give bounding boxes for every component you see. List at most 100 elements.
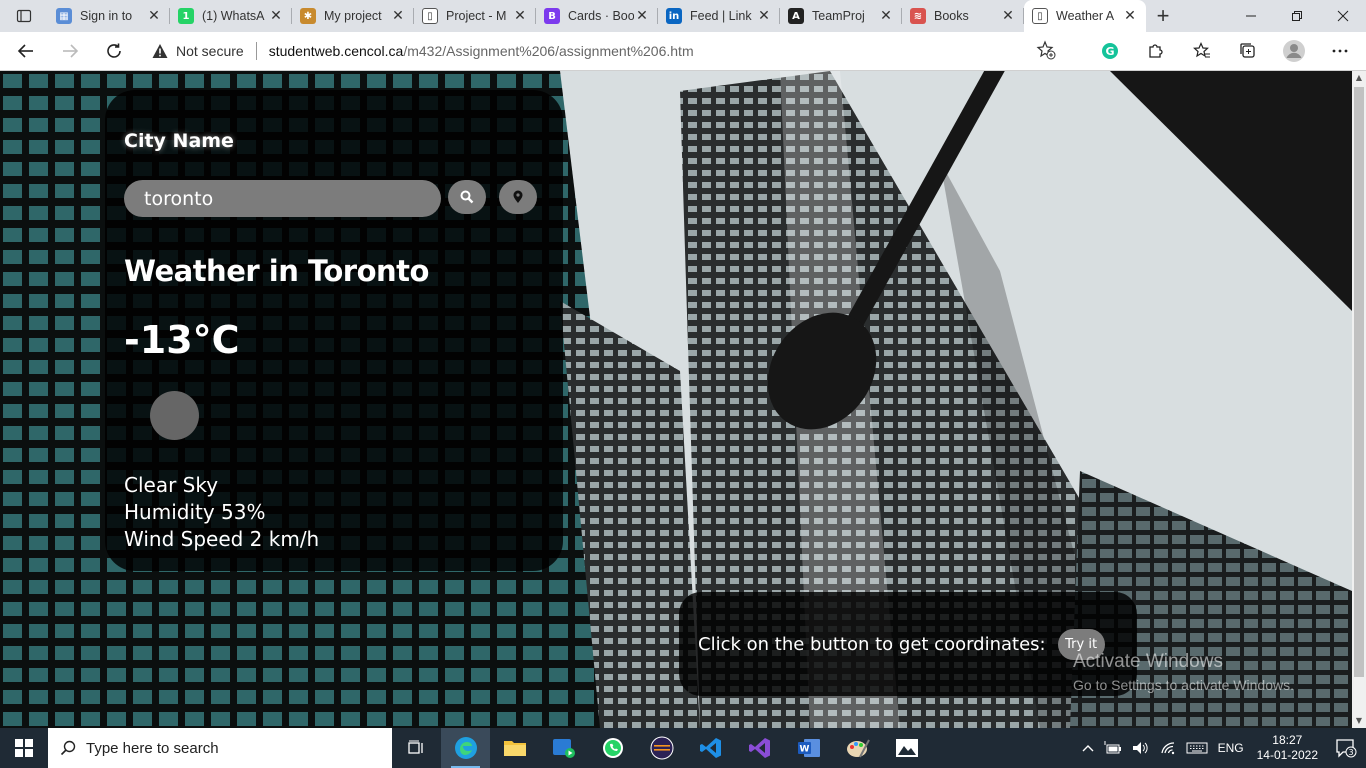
media-player-icon (552, 739, 575, 758)
scroll-up-arrow-icon[interactable]: ▲ (1352, 71, 1366, 85)
chevron-up-icon (1082, 745, 1094, 752)
not-secure-label: Not secure (176, 43, 244, 59)
taskbar-eclipse[interactable] (637, 728, 686, 768)
browser-tab[interactable]: A TeamProj ✕ (780, 0, 902, 32)
browser-tab[interactable]: ▯ Weather A ✕ (1024, 0, 1146, 32)
search-button[interactable] (448, 180, 486, 214)
browser-tab[interactable]: ≋ Books ✕ (902, 0, 1024, 32)
wifi-icon (1160, 742, 1174, 755)
map-pin-icon (513, 190, 523, 203)
taskbar-word[interactable]: W (784, 728, 833, 768)
network-status[interactable] (1160, 741, 1176, 755)
power-status[interactable] (1104, 741, 1122, 755)
humidity: Humidity 53% (124, 500, 266, 524)
taskbar-search-placeholder: Type here to search (86, 739, 219, 757)
collections-icon (1240, 43, 1255, 58)
web-page: City Name Weather in Toronto -13°C Clear… (0, 71, 1352, 728)
close-window-button[interactable] (1320, 0, 1366, 32)
input-language[interactable]: ENG (1218, 741, 1244, 755)
eclipse-icon (650, 736, 673, 760)
grammarly-extension-button[interactable]: G (1092, 35, 1128, 67)
clock-time: 18:27 (1272, 733, 1303, 747)
city-name-label: City Name (124, 130, 234, 152)
location-button[interactable] (499, 180, 537, 214)
restore-button[interactable] (1274, 0, 1320, 32)
new-tab-button[interactable]: + (1146, 0, 1180, 32)
taskbar-visual-studio[interactable] (735, 728, 784, 768)
browser-tab[interactable]: ✱ My project ✕ (292, 0, 414, 32)
toolbar-actions: G (1082, 35, 1358, 67)
taskbar-whatsapp[interactable] (588, 728, 637, 768)
forward-button[interactable] (52, 35, 88, 67)
notification-count: 3 (1348, 748, 1353, 757)
taskbar-vscode[interactable] (686, 728, 735, 768)
tab-close-icon[interactable]: ✕ (390, 8, 406, 24)
start-button[interactable] (0, 728, 48, 768)
taskbar-paint[interactable] (833, 728, 882, 768)
tab-favicon-icon: ▯ (422, 8, 438, 24)
clock[interactable]: 18:27 14-01-2022 (1257, 733, 1318, 763)
taskbar-search-box[interactable]: Type here to search (48, 728, 392, 768)
visual-studio-icon (748, 738, 770, 758)
task-view-icon (407, 740, 423, 754)
window-controls (1228, 0, 1366, 32)
watermark-subtitle: Go to Settings to activate Windows. (1073, 677, 1294, 693)
volume-control[interactable] (1132, 741, 1150, 755)
tab-close-icon[interactable]: ✕ (146, 8, 162, 24)
page-scrollbar[interactable]: ▲ ▼ (1352, 71, 1366, 728)
taskbar-file-explorer[interactable] (490, 728, 539, 768)
whatsapp-icon (602, 738, 623, 758)
scroll-down-arrow-icon[interactable]: ▼ (1352, 714, 1366, 728)
add-favorite-button[interactable] (1036, 39, 1056, 63)
tab-actions-icon (16, 9, 32, 23)
taskbar-edge[interactable] (441, 728, 490, 768)
browser-tab[interactable]: in Feed | Link ✕ (658, 0, 780, 32)
close-icon (1337, 10, 1349, 22)
taskbar-media-app[interactable] (539, 728, 588, 768)
tab-close-icon[interactable]: ✕ (634, 8, 650, 24)
scrollbar-thumb[interactable] (1354, 87, 1364, 677)
tab-title: Books (934, 9, 969, 23)
profile-button[interactable] (1276, 35, 1312, 67)
star-add-icon (1036, 39, 1056, 59)
settings-menu-button[interactable] (1322, 35, 1358, 67)
weather-condition-icon (150, 391, 199, 440)
warning-icon (152, 44, 168, 58)
extensions-button[interactable] (1138, 35, 1174, 67)
site-info-button[interactable]: Not secure (152, 43, 244, 59)
wind-speed: Wind Speed 2 km/h (124, 527, 320, 551)
address-bar[interactable]: Not secure studentweb.cencol.ca/m432/Ass… (142, 36, 1066, 66)
refresh-button[interactable] (96, 35, 132, 67)
show-hidden-icons-button[interactable] (1082, 743, 1094, 753)
minimize-button[interactable] (1228, 0, 1274, 32)
action-center-button[interactable]: 3 (1326, 728, 1366, 768)
browser-tab[interactable]: B Cards · Boo ✕ (536, 0, 658, 32)
browser-tab[interactable]: ▯ Project - M ✕ (414, 0, 536, 32)
tab-close-icon[interactable]: ✕ (512, 8, 528, 24)
url-host: studentweb.cencol.ca (268, 43, 404, 59)
tab-close-icon[interactable]: ✕ (268, 8, 284, 24)
svg-text:G: G (1105, 45, 1114, 58)
city-search-input[interactable] (124, 180, 441, 217)
back-arrow-icon (17, 44, 33, 58)
tab-actions-button[interactable] (0, 0, 48, 32)
tab-strip: ▦ Sign in to ✕ 1 (1) WhatsA ✕ ✱ My project ✕ ▯ Pro… (0, 0, 1366, 32)
browser-tab[interactable]: ▦ Sign in to ✕ (48, 0, 170, 32)
paint-palette-icon (846, 739, 870, 758)
taskbar-apps: W (392, 728, 931, 768)
back-button[interactable] (8, 35, 44, 67)
tab-close-icon[interactable]: ✕ (878, 8, 894, 24)
tab-title: Cards · Boo (568, 9, 634, 23)
task-view-button[interactable] (392, 728, 441, 768)
tab-close-icon[interactable]: ✕ (756, 8, 772, 24)
taskbar-photos[interactable] (882, 728, 931, 768)
browser-tab[interactable]: 1 (1) WhatsA ✕ (170, 0, 292, 32)
collections-button[interactable] (1230, 35, 1266, 67)
favorites-button[interactable] (1184, 35, 1220, 67)
tab-close-icon[interactable]: ✕ (1122, 8, 1138, 24)
tab-close-icon[interactable]: ✕ (1000, 8, 1016, 24)
tab-favicon-icon: A (788, 8, 804, 24)
touch-keyboard-button[interactable] (1186, 741, 1208, 755)
search-icon (460, 190, 474, 204)
windows-logo-icon (15, 739, 33, 757)
